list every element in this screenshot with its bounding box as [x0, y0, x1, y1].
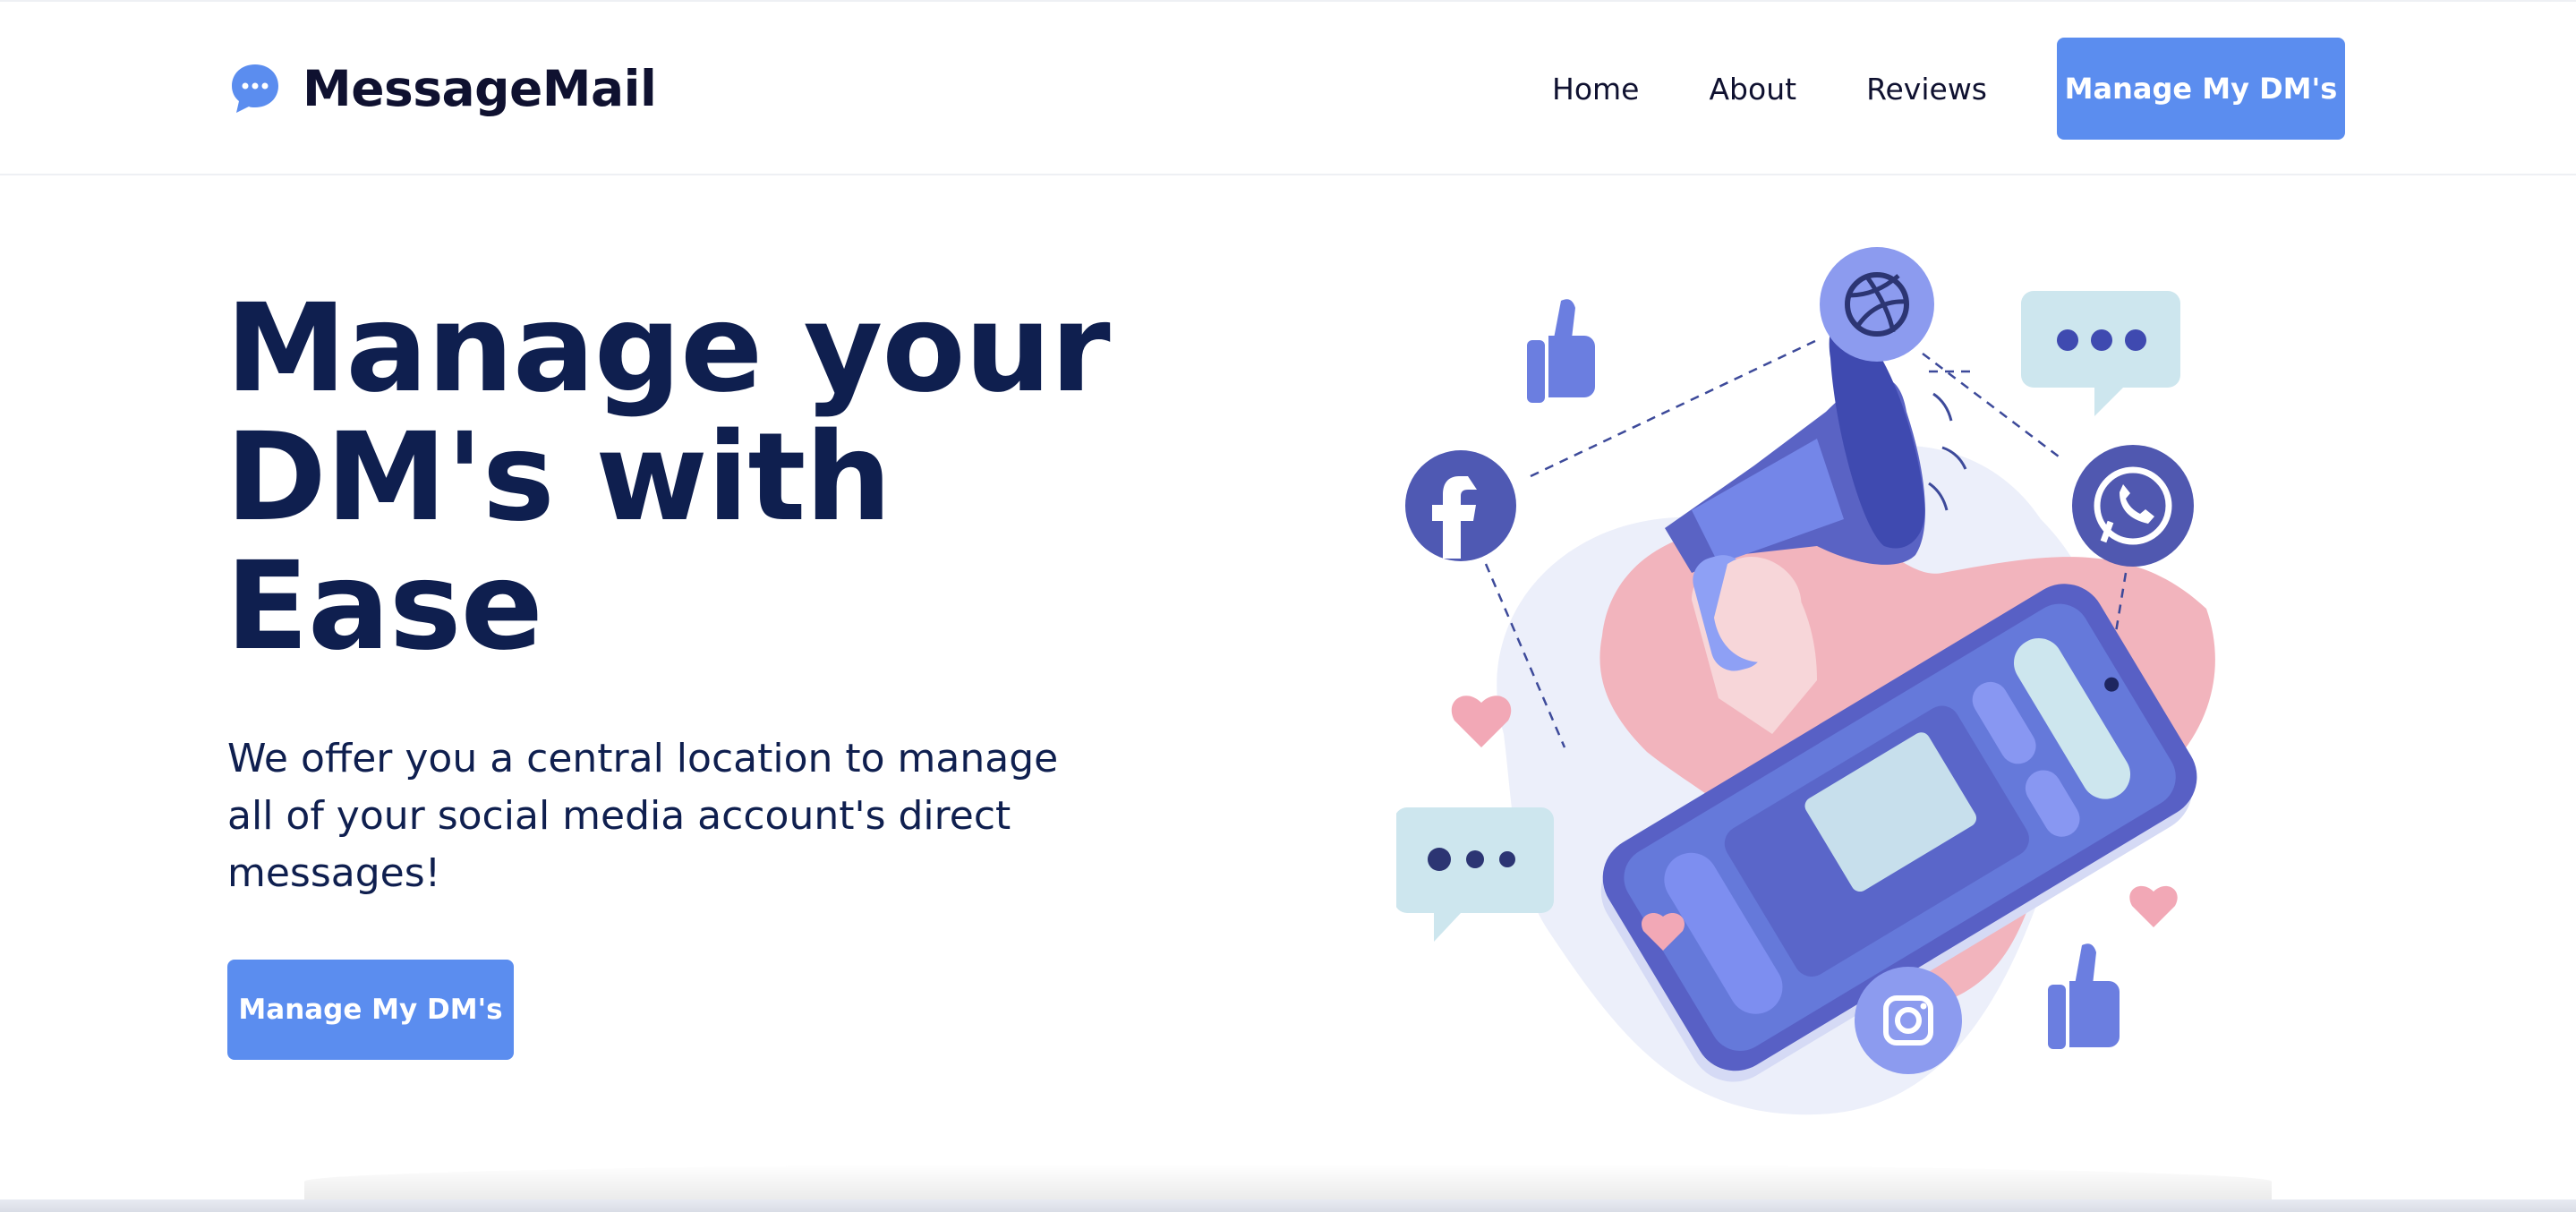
main-nav: Home About Reviews Manage My DM's	[1552, 38, 2345, 140]
dribbble-icon	[1820, 247, 1934, 362]
heart-icon	[2129, 885, 2178, 927]
hero-manage-dms-button[interactable]: Manage My DM's	[227, 960, 514, 1060]
nav-link-home[interactable]: Home	[1552, 72, 1639, 107]
nav-manage-dms-button[interactable]: Manage My DM's	[2057, 38, 2345, 140]
site-header: MessageMail Home About Reviews Manage My…	[0, 0, 2576, 175]
nav-link-reviews[interactable]: Reviews	[1866, 72, 1987, 107]
thumbs-up-icon	[1527, 299, 1595, 403]
hero-title: Manage your DM's with Ease	[226, 278, 1111, 678]
facebook-icon	[1405, 450, 1516, 561]
chat-bubble-icon	[232, 64, 278, 113]
logo[interactable]: MessageMail	[227, 57, 657, 120]
instagram-icon	[1855, 967, 1962, 1074]
nav-link-about[interactable]: About	[1709, 72, 1796, 107]
hero-illustration	[1396, 247, 2215, 1115]
chat-bubble-icon	[1396, 807, 1554, 942]
chat-bubble-icon	[2021, 291, 2180, 416]
hero-subtitle: We offer you a central location to manag…	[227, 736, 1059, 896]
thumbs-up-icon	[2048, 943, 2120, 1049]
whatsapp-icon	[2072, 445, 2194, 567]
brand-name: MessageMail	[303, 60, 657, 117]
section-divider	[0, 1164, 2576, 1212]
heart-icon	[1451, 696, 1512, 747]
